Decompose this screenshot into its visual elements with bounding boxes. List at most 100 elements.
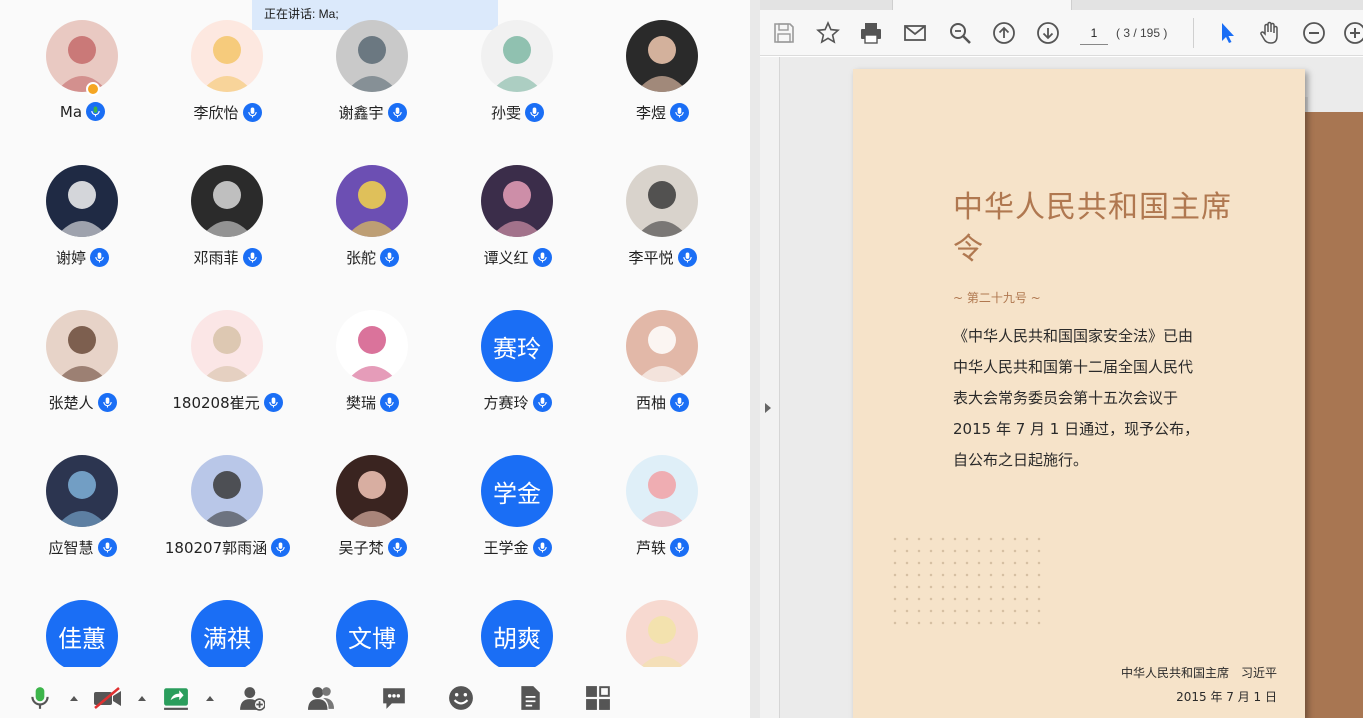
expand-pane-arrow-icon[interactable] xyxy=(765,403,771,413)
participant-name-row: 西柚 xyxy=(590,392,735,413)
participant-tile[interactable]: 李煜 xyxy=(590,0,735,145)
participant-tile[interactable]: 赛玲 方赛玲 xyxy=(445,290,590,435)
panel-divider[interactable] xyxy=(750,0,760,718)
participant-name-row: 应智慧 xyxy=(10,537,155,558)
participant-tile[interactable]: 谢鑫宇 xyxy=(300,0,445,145)
back-page xyxy=(1298,112,1363,718)
avatar xyxy=(191,165,263,237)
bookmark-star-icon[interactable] xyxy=(815,20,841,46)
participant-mic-icon xyxy=(532,248,552,267)
participant-tile[interactable]: 学金 王学金 xyxy=(445,435,590,580)
avatar xyxy=(626,600,698,672)
zoom-in-icon[interactable] xyxy=(1342,20,1363,46)
avatar xyxy=(191,310,263,382)
avatar xyxy=(46,455,118,527)
avatar xyxy=(191,20,263,92)
participant-name-row: 李煜 xyxy=(590,102,735,123)
share-screen-icon[interactable] xyxy=(162,684,190,712)
avatar xyxy=(336,20,408,92)
screen: 正在讲话: Ma; Ma 李欣怡 谢鑫宇 孙雯 李煜 谢婷 邓雨菲 张舵 谭义红 李平悦 张楚人 18… xyxy=(0,0,1363,718)
microphone-options-caret[interactable] xyxy=(69,694,79,702)
participant-tile[interactable]: 李欣怡 xyxy=(155,0,300,145)
meeting-toolbar xyxy=(0,670,750,718)
print-icon[interactable] xyxy=(858,20,884,46)
participant-tile[interactable]: 张舵 xyxy=(300,145,445,290)
avatar xyxy=(191,455,263,527)
avatar-initials: 佳蕙 xyxy=(46,600,118,672)
participant-mic-icon xyxy=(532,538,552,557)
participant-tile[interactable]: 樊瑞 xyxy=(300,290,445,435)
pdf-toolbar: 1 ( 3 / 195 ) xyxy=(760,10,1363,56)
participant-tile[interactable]: 吴子梵 xyxy=(300,435,445,580)
participant-name: 张舵 xyxy=(345,249,376,267)
avatar xyxy=(46,20,118,92)
participant-mic-icon xyxy=(97,393,117,412)
save-icon[interactable] xyxy=(771,20,797,46)
participant-name-row: 张舵 xyxy=(300,247,445,268)
avatar xyxy=(336,455,408,527)
video-off-icon[interactable] xyxy=(92,684,124,712)
participant-name: 180207郭雨涵 xyxy=(164,539,268,557)
participant-name-row: 芦轶 xyxy=(590,537,735,558)
video-options-caret[interactable] xyxy=(137,694,147,702)
meeting-panel: 正在讲话: Ma; Ma 李欣怡 谢鑫宇 孙雯 李煜 谢婷 邓雨菲 张舵 谭义红 李平悦 张楚人 18… xyxy=(0,0,750,718)
participant-name-row: 180207郭雨涵 xyxy=(155,537,300,558)
decorative-dot-pattern xyxy=(889,533,1049,633)
participant-name: 芦轶 xyxy=(635,539,666,557)
page-count: ( 3 / 195 ) xyxy=(1116,26,1168,40)
participant-tile[interactable]: 谭义红 xyxy=(445,145,590,290)
pdf-page: 中华人民共和国主席令 ~ 第二十九号 ~ 《中华人民共和国国家安全法》已由中华人… xyxy=(853,69,1305,718)
viewer-tab-strip xyxy=(760,0,1363,10)
participant-tile[interactable]: 孙雯 xyxy=(445,0,590,145)
page-down-icon[interactable] xyxy=(1035,20,1061,46)
participant-mic-icon xyxy=(86,102,106,121)
participant-mic-icon xyxy=(271,538,291,557)
participant-mic-icon xyxy=(242,248,262,267)
navigation-pane-rail[interactable] xyxy=(760,57,780,718)
document-canvas[interactable]: 中华人民共和国主席令 ~ 第二十九号 ~ 《中华人民共和国国家安全法》已由中华人… xyxy=(760,57,1363,718)
participant-name: 谢婷 xyxy=(55,249,86,267)
page-up-icon[interactable] xyxy=(991,20,1017,46)
participant-mic-icon xyxy=(670,103,689,122)
participants-icon[interactable] xyxy=(307,684,335,712)
document-icon[interactable] xyxy=(516,684,544,712)
participant-mic-icon xyxy=(677,248,697,267)
participant-name: 谢鑫宇 xyxy=(338,104,384,122)
avatar-initials: 赛玲 xyxy=(481,310,553,382)
participant-mic-icon xyxy=(670,393,689,412)
participant-tile[interactable]: 180208崔元 xyxy=(155,290,300,435)
page-number-input[interactable]: 1 xyxy=(1080,21,1108,45)
participant-name-row: 方赛玲 xyxy=(445,392,590,413)
viewer-tab[interactable] xyxy=(892,0,1072,10)
chat-icon[interactable] xyxy=(380,684,408,712)
participant-tile[interactable]: 张楚人 xyxy=(10,290,155,435)
microphone-icon[interactable] xyxy=(26,684,54,712)
participant-mic-icon xyxy=(242,103,262,122)
participant-mic-icon xyxy=(387,103,407,122)
participant-name-row: 孙雯 xyxy=(445,102,590,123)
avatar xyxy=(336,165,408,237)
zoom-search-icon[interactable] xyxy=(947,20,973,46)
apps-icon[interactable] xyxy=(584,684,612,712)
participant-tile[interactable]: 180207郭雨涵 xyxy=(155,435,300,580)
participant-tile[interactable]: 谢婷 xyxy=(10,145,155,290)
share-options-caret[interactable] xyxy=(205,694,215,702)
invite-icon[interactable] xyxy=(238,684,266,712)
hand-tool-icon[interactable] xyxy=(1257,20,1283,46)
participant-tile[interactable]: Ma xyxy=(10,0,155,145)
avatar xyxy=(626,310,698,382)
avatar xyxy=(336,310,408,382)
zoom-out-icon[interactable] xyxy=(1301,20,1327,46)
document-signature: 中华人民共和国主席 习近平 xyxy=(1120,666,1277,680)
participant-tile[interactable]: 西柚 xyxy=(590,290,735,435)
participant-tile[interactable]: 应智慧 xyxy=(10,435,155,580)
reaction-icon[interactable] xyxy=(447,684,475,712)
participant-tile[interactable]: 芦轶 xyxy=(590,435,735,580)
select-cursor-icon[interactable] xyxy=(1214,20,1240,46)
participant-name: 李平悦 xyxy=(628,249,674,267)
participant-tile[interactable]: 邓雨菲 xyxy=(155,145,300,290)
avatar xyxy=(626,20,698,92)
email-icon[interactable] xyxy=(902,20,928,46)
participant-tile[interactable]: 李平悦 xyxy=(590,145,735,290)
participant-mic-icon xyxy=(263,393,283,412)
